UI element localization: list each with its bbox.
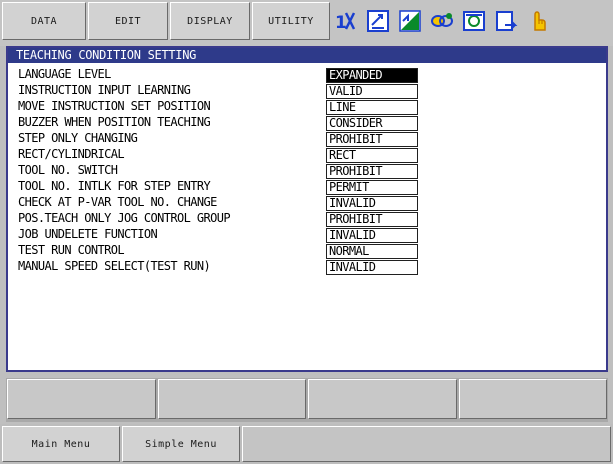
bottom-status-area <box>242 426 611 462</box>
setting-row: MOVE INSTRUCTION SET POSITION LINE <box>8 99 606 115</box>
setting-value-field[interactable]: NORMAL <box>326 244 418 259</box>
setting-row: TOOL NO. SWITCH PROHIBIT <box>8 163 606 179</box>
setting-label: STEP ONLY CHANGING <box>18 131 138 145</box>
setting-row: POS.TEACH ONLY JOG CONTROL GROUP PROHIBIT <box>8 211 606 227</box>
setting-label: LANGUAGE LEVEL <box>18 67 111 81</box>
function-key-1[interactable] <box>7 379 156 419</box>
setting-label: TOOL NO. SWITCH <box>18 163 118 177</box>
bottom-bar: Main Menu Simple Menu <box>0 424 613 464</box>
status-icon-strip: 1 <box>334 4 550 38</box>
setting-label: POS.TEACH ONLY JOG CONTROL GROUP <box>18 211 231 225</box>
simple-menu-button[interactable]: Simple Menu <box>122 426 240 462</box>
setting-value-field[interactable]: VALID <box>326 84 418 99</box>
function-key-3[interactable] <box>308 379 457 419</box>
monitor-icon <box>462 9 486 33</box>
setting-value-field[interactable]: PERMIT <box>326 180 418 195</box>
setting-value-field[interactable]: EXPANDED <box>326 68 418 83</box>
setting-label: TOOL NO. INTLK FOR STEP ENTRY <box>18 179 211 193</box>
robot-axis-icon: 1 <box>334 9 358 33</box>
setting-row: MANUAL SPEED SELECT(TEST RUN) INVALID <box>8 259 606 275</box>
function-key-2[interactable] <box>157 379 306 419</box>
main-menu-button[interactable]: Main Menu <box>2 426 120 462</box>
setting-value-field[interactable]: INVALID <box>326 196 418 211</box>
menu-display-button[interactable]: DISPLAY <box>170 2 250 40</box>
settings-list: LANGUAGE LEVEL EXPANDED INSTRUCTION INPUT … <box>8 67 606 275</box>
setting-value-field[interactable]: RECT <box>326 148 418 163</box>
setting-row: TEST RUN CONTROL NORMAL <box>8 243 606 259</box>
setting-value-field[interactable]: INVALID <box>326 228 418 243</box>
panel-title: TEACHING CONDITION SETTING <box>8 48 606 63</box>
setting-row: BUZZER WHEN POSITION TEACHING CONSIDER <box>8 115 606 131</box>
svg-text:1: 1 <box>335 13 347 33</box>
setting-label: TEST RUN CONTROL <box>18 243 125 257</box>
setting-row: JOB UNDELETE FUNCTION INVALID <box>8 227 606 243</box>
setting-label: INSTRUCTION INPUT LEARNING <box>18 83 191 97</box>
setting-row: STEP ONLY CHANGING PROHIBIT <box>8 131 606 147</box>
teaching-condition-panel: TEACHING CONDITION SETTING LANGUAGE LEVE… <box>6 46 608 372</box>
setting-label: MANUAL SPEED SELECT(TEST RUN) <box>18 259 211 273</box>
setting-value-field[interactable]: CONSIDER <box>326 116 418 131</box>
setting-row: INSTRUCTION INPUT LEARNING VALID <box>8 83 606 99</box>
setting-label: JOB UNDELETE FUNCTION <box>18 227 158 241</box>
setting-value-field[interactable]: INVALID <box>326 260 418 275</box>
setting-row: LANGUAGE LEVEL EXPANDED <box>8 67 606 83</box>
setting-row: RECT/CYLINDRICAL RECT <box>8 147 606 163</box>
menu-utility-button[interactable]: UTILITY <box>252 2 330 40</box>
top-menu-bar: DATA EDIT DISPLAY UTILITY 1 <box>0 0 613 46</box>
page-icon <box>494 9 518 33</box>
menu-data-button[interactable]: DATA <box>2 2 86 40</box>
setting-value-field[interactable]: LINE <box>326 100 418 115</box>
setting-label: MOVE INSTRUCTION SET POSITION <box>18 99 211 113</box>
setting-value-field[interactable]: PROHIBIT <box>326 164 418 179</box>
setting-label: RECT/CYLINDRICAL <box>18 147 125 161</box>
setting-row: CHECK AT P-VAR TOOL NO. CHANGE INVALID <box>8 195 606 211</box>
setting-label: CHECK AT P-VAR TOOL NO. CHANGE <box>18 195 217 209</box>
signal-icon <box>398 9 422 33</box>
hand-pointer-icon <box>526 9 550 33</box>
function-key-4[interactable] <box>458 379 607 419</box>
setting-label: BUZZER WHEN POSITION TEACHING <box>18 115 211 129</box>
setting-value-field[interactable]: PROHIBIT <box>326 132 418 147</box>
edit-mode-icon <box>366 9 390 33</box>
function-key-bar <box>6 378 608 422</box>
menu-edit-button[interactable]: EDIT <box>88 2 168 40</box>
link-icon <box>430 9 454 33</box>
setting-value-field[interactable]: PROHIBIT <box>326 212 418 227</box>
setting-row: TOOL NO. INTLK FOR STEP ENTRY PERMIT <box>8 179 606 195</box>
